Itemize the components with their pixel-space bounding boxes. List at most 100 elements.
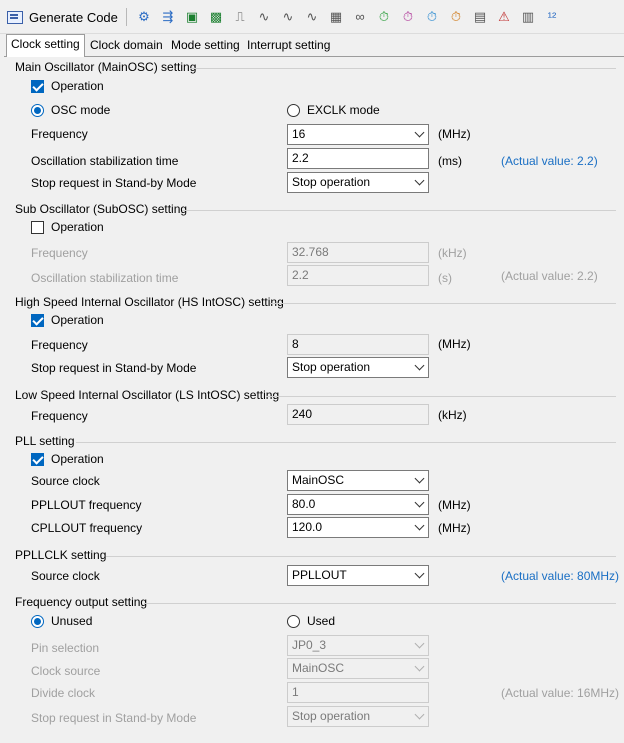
tab-clock-setting[interactable]: Clock setting [6, 34, 85, 57]
checkbox-unchecked-icon [31, 220, 44, 234]
pllout-frequency-label: PPLLOUT frequency [31, 498, 142, 512]
subosc-stab-input: 2.2 [287, 265, 429, 286]
select-value: 120.0 [292, 520, 323, 534]
radio-label: Unused [51, 614, 93, 628]
unit-label: (MHz) [438, 337, 471, 351]
pin-selection-select: JP0_3 [287, 635, 429, 656]
select-value: Stop operation [292, 709, 371, 723]
warning-icon[interactable]: ⚠ [496, 9, 512, 25]
timer-b-icon[interactable]: ⏱ [400, 9, 416, 25]
freqout-used-radio[interactable]: Used [287, 614, 335, 628]
pll-operation-checkbox[interactable]: Operation [31, 452, 104, 466]
pin-config-icon[interactable]: ⚙ [136, 9, 152, 25]
tab-interrupt-setting[interactable]: Interrupt setting [243, 36, 334, 56]
timer-a-icon[interactable]: ⏱ [376, 9, 392, 25]
checkbox-label: Operation [51, 220, 104, 234]
chevron-down-icon [414, 360, 425, 371]
mainosc-stab-label: Oscillation stabilization time [31, 154, 179, 168]
actual-value-text: (Actual value: 2.2) [501, 269, 598, 283]
checkbox-label: Operation [51, 313, 104, 327]
chevron-down-icon [414, 127, 425, 138]
chip-icon[interactable]: ▣ [184, 9, 200, 25]
section-divider [190, 68, 616, 69]
radio-label: EXCLK mode [307, 103, 380, 117]
toolbar-separator [126, 8, 127, 26]
counter-icon[interactable]: ¹² [544, 9, 560, 25]
radio-selected-icon [31, 103, 44, 117]
section-title-ppllclk: PPLLCLK setting [15, 548, 107, 562]
transfer-icon[interactable]: ⎍ [232, 9, 248, 25]
mainosc-frequency-select[interactable]: 16 [287, 124, 429, 145]
tab-clock-domain[interactable]: Clock domain [86, 36, 167, 56]
timer-c-icon[interactable]: ⏱ [424, 9, 440, 25]
select-value: Stop operation [292, 360, 371, 374]
chevron-down-icon [414, 520, 425, 531]
hsint-standby-select[interactable]: Stop operation [287, 357, 429, 378]
section-title-lsintosc: Low Speed Internal Oscillator (LS IntOSC… [15, 388, 280, 402]
unit-label: (kHz) [438, 246, 467, 260]
mainosc-standby-select[interactable]: Stop operation [287, 172, 429, 193]
unit-label: (MHz) [438, 127, 471, 141]
actual-value-text: (Actual value: 2.2) [501, 154, 598, 168]
section-title-hsintosc: High Speed Internal Oscillator (HS IntOS… [15, 295, 284, 309]
section-divider [106, 556, 616, 557]
module-icon[interactable]: ▥ [520, 9, 536, 25]
chevron-down-icon [414, 473, 425, 484]
mainosc-stab-input[interactable]: 2.2 [287, 148, 429, 169]
hsint-standby-label: Stop request in Stand-by Mode [31, 361, 197, 375]
chevron-down-icon [414, 175, 425, 186]
ppllclk-source-select[interactable]: PPLLOUT [287, 565, 429, 586]
chevron-down-icon [414, 709, 425, 720]
radio-label: OSC mode [51, 103, 111, 117]
mainosc-frequency-label: Frequency [31, 127, 88, 141]
select-value: 80.0 [292, 497, 316, 511]
section-divider [182, 210, 616, 211]
unit-label: (MHz) [438, 498, 471, 512]
divide-clock-input: 1 [287, 682, 429, 703]
tab-mode-setting[interactable]: Mode setting [167, 36, 244, 56]
generate-code-icon [6, 9, 24, 25]
generate-code-button[interactable]: Generate Code [6, 6, 118, 28]
pllout-frequency-select[interactable]: 80.0 [287, 494, 429, 515]
cpllout-frequency-label: CPLLOUT frequency [31, 521, 143, 535]
unit-label: (s) [438, 271, 452, 285]
divide-clock-label: Divide clock [31, 686, 96, 700]
select-value: 16 [292, 127, 306, 141]
pll-source-label: Source clock [31, 474, 100, 488]
link-icon[interactable]: ∞ [352, 9, 368, 25]
radio-label: Used [307, 614, 336, 628]
freqout-standby-label: Stop request in Stand-by Mode [31, 711, 197, 725]
clock-source-label: Clock source [31, 664, 101, 678]
freqout-unused-radio[interactable]: Unused [31, 614, 92, 628]
wave-c-icon[interactable]: ∿ [304, 9, 320, 25]
lsint-frequency-value: 240 [287, 404, 429, 425]
subosc-frequency-label: Frequency [31, 246, 88, 260]
mainosc-operation-checkbox[interactable]: Operation [31, 79, 104, 93]
chevron-down-icon [414, 638, 425, 649]
unit-label: (kHz) [438, 408, 467, 422]
chevron-down-icon [414, 568, 425, 579]
subosc-operation-checkbox[interactable]: Operation [31, 220, 104, 234]
checkbox-checked-icon [31, 452, 44, 466]
section-divider [76, 442, 616, 443]
pll-source-select[interactable]: MainOSC [287, 470, 429, 491]
freqout-standby-select: Stop operation [287, 706, 429, 727]
wave-b-icon[interactable]: ∿ [280, 9, 296, 25]
timer-d-icon[interactable]: ⏱ [448, 9, 464, 25]
chevron-down-icon [414, 661, 425, 672]
wave-a-icon[interactable]: ∿ [256, 9, 272, 25]
cpllout-frequency-select[interactable]: 120.0 [287, 517, 429, 538]
osc-mode-radio[interactable]: OSC mode [31, 103, 110, 117]
exclk-mode-radio[interactable]: EXCLK mode [287, 103, 380, 117]
actual-value-text: (Actual value: 16MHz) [501, 686, 620, 700]
board-icon[interactable]: ▩ [208, 9, 224, 25]
port-icon[interactable]: ⇶ [160, 9, 176, 25]
radio-selected-icon [31, 614, 44, 628]
table-icon[interactable]: ▤ [472, 9, 488, 25]
pin-selection-label: Pin selection [31, 641, 100, 655]
subosc-frequency-input: 32.768 [287, 242, 429, 263]
grid-icon[interactable]: ▦ [328, 9, 344, 25]
hsint-frequency-value: 8 [287, 334, 429, 355]
actual-value-text: (Actual value: 80MHz) [501, 569, 620, 583]
hsint-operation-checkbox[interactable]: Operation [31, 313, 104, 327]
